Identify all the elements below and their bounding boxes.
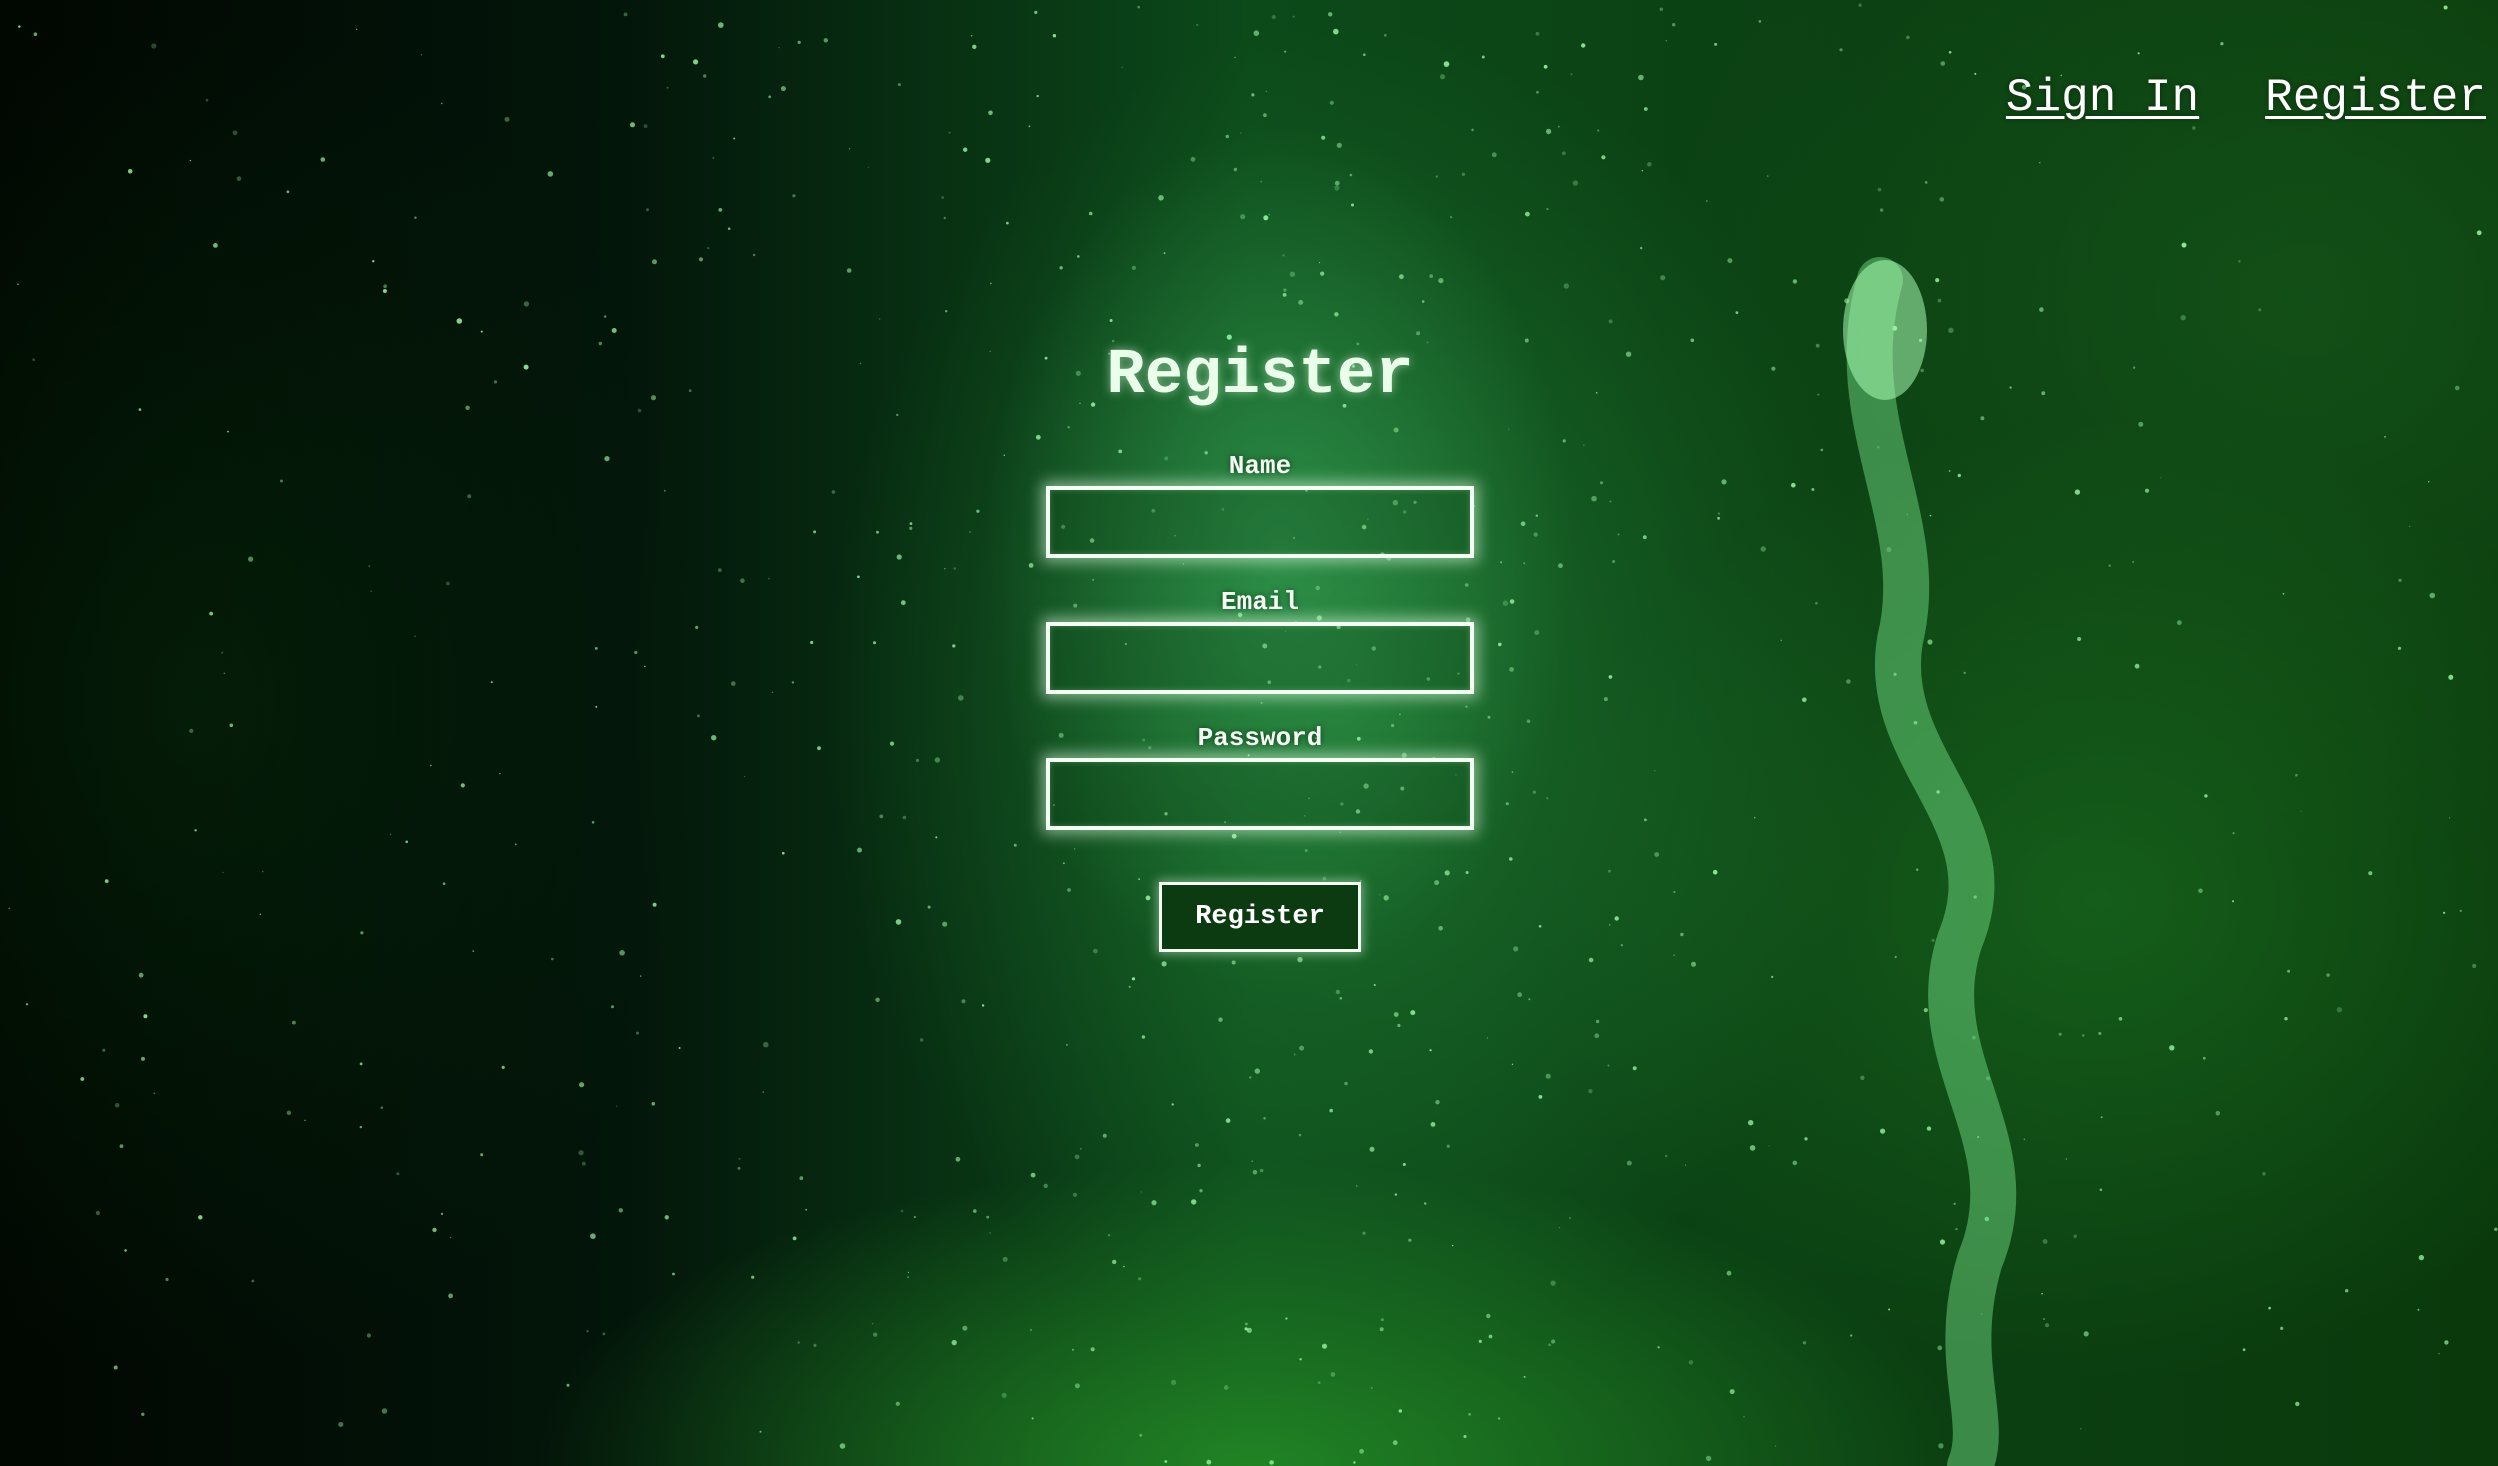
top-nav: Sign In Register (2006, 72, 2486, 124)
register-button[interactable]: Register (1159, 882, 1361, 952)
nav-sign-in-link[interactable]: Sign In (2006, 72, 2199, 124)
email-label: Email (1220, 587, 1299, 617)
password-label: Password (1197, 723, 1323, 753)
email-input[interactable] (1046, 622, 1474, 694)
password-input[interactable] (1046, 758, 1474, 830)
name-label: Name (1228, 451, 1292, 481)
nav-register-link[interactable]: Register (2265, 72, 2486, 124)
register-form: Register Name Email Password Register (1046, 340, 1474, 952)
page-title: Register (1106, 340, 1414, 412)
name-input[interactable] (1046, 486, 1474, 558)
